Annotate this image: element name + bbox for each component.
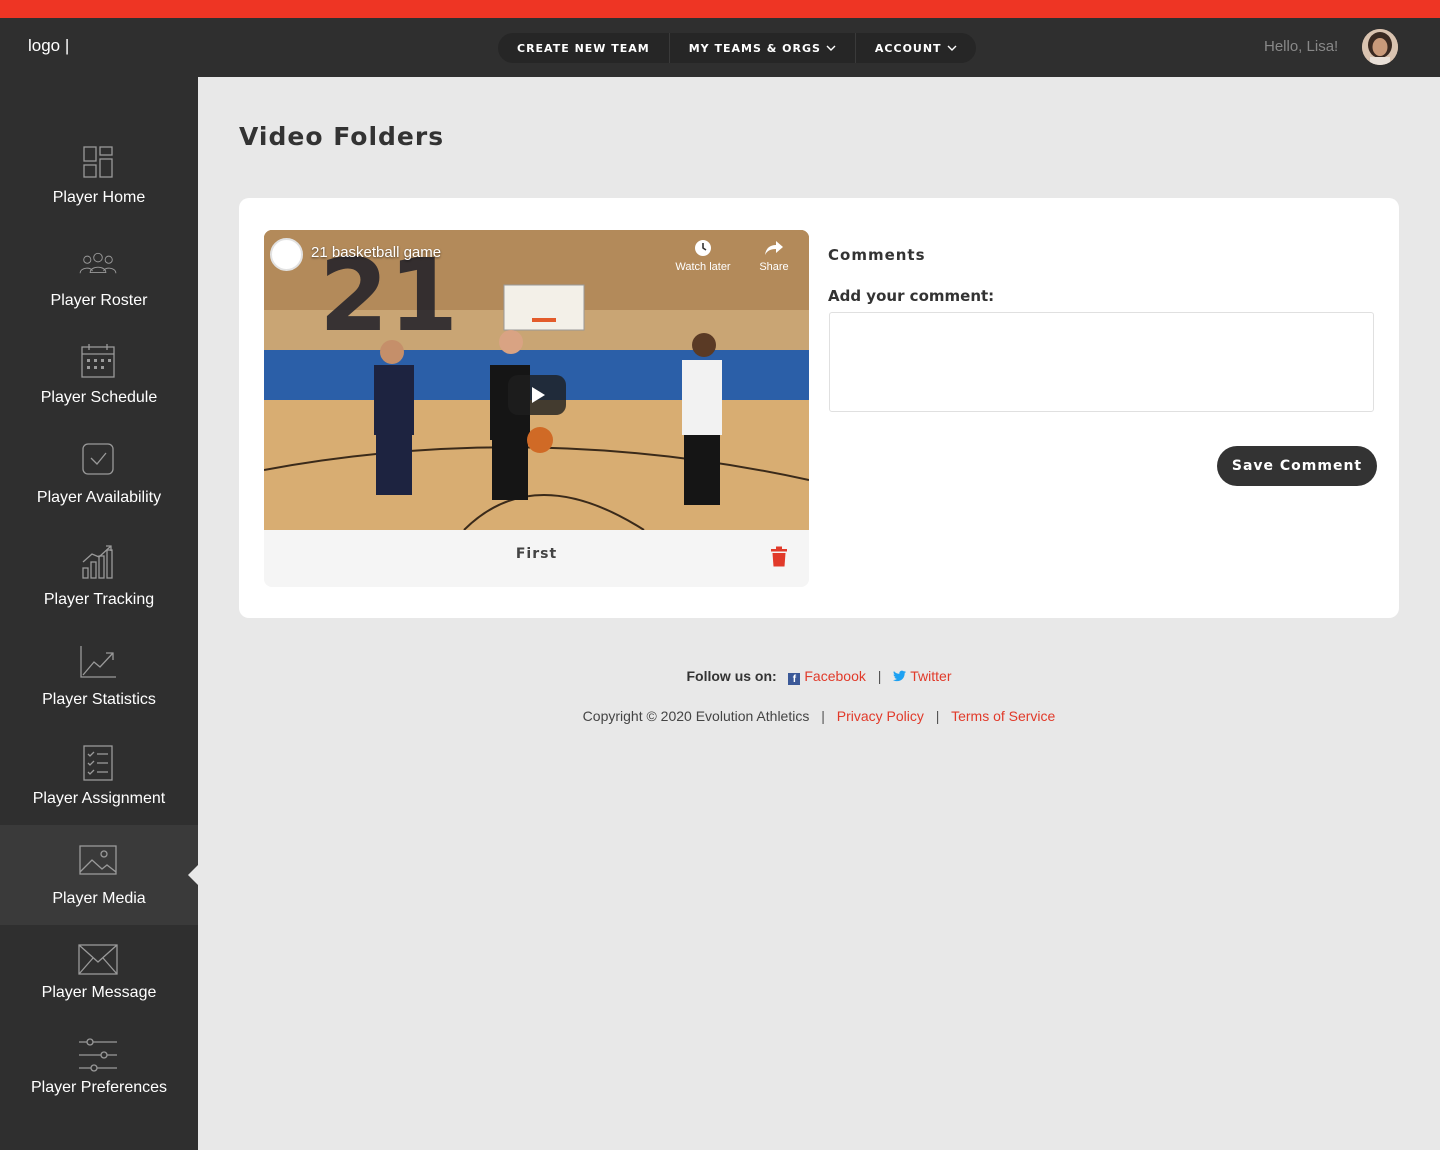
sidebar-item-player-availability[interactable]: Player Availability bbox=[0, 432, 198, 532]
sidebar-item-label: Player Assignment bbox=[32, 790, 166, 807]
facebook-icon: f bbox=[788, 673, 801, 685]
page-title: Video Folders bbox=[239, 122, 445, 151]
comment-input[interactable] bbox=[829, 312, 1374, 412]
sidebar-item-player-preferences[interactable]: Player Preferences bbox=[0, 1027, 198, 1127]
user-greeting: Hello, Lisa! bbox=[1264, 38, 1339, 55]
play-button[interactable] bbox=[508, 375, 566, 415]
terms-of-service-link[interactable]: Terms of Service bbox=[951, 708, 1055, 724]
sidebar-item-label: Player Media bbox=[52, 890, 146, 907]
video-title[interactable]: 21 basketball game bbox=[311, 244, 441, 261]
separator: | bbox=[877, 668, 882, 684]
share-button[interactable]: Share bbox=[749, 238, 799, 273]
avatar-photo bbox=[1362, 29, 1398, 65]
video-player[interactable]: 21 21 basketball game Watch later Share bbox=[264, 230, 809, 530]
checklist-icon bbox=[83, 745, 113, 781]
nav-account[interactable]: ACCOUNT bbox=[856, 33, 976, 63]
sidebar: Player Home Player Roster Player Schedul… bbox=[0, 77, 198, 1150]
sidebar-item-player-roster[interactable]: Player Roster bbox=[0, 235, 198, 335]
bar-chart-icon bbox=[82, 545, 113, 579]
main-nav: CREATE NEW TEAM MY TEAMS & ORGS ACCOUNT bbox=[498, 33, 976, 63]
avatar[interactable] bbox=[1362, 29, 1398, 65]
sidebar-item-label: Player Tracking bbox=[43, 591, 155, 608]
privacy-policy-link[interactable]: Privacy Policy bbox=[837, 708, 924, 724]
follow-label: Follow us on: bbox=[686, 668, 777, 684]
facebook-link[interactable]: f Facebook bbox=[788, 668, 866, 685]
footer-follow: Follow us on: f Facebook | Twitter bbox=[0, 668, 1440, 685]
sliders-icon bbox=[79, 1038, 117, 1072]
share-label: Share bbox=[759, 261, 789, 273]
sidebar-item-player-message[interactable]: Player Message bbox=[0, 927, 198, 1027]
video-card: 21 21 basketball game Watch later Share bbox=[239, 198, 1399, 618]
checkbox-icon bbox=[82, 443, 114, 475]
facebook-label: Facebook bbox=[804, 668, 866, 684]
separator: | bbox=[821, 708, 825, 724]
dashboard-icon bbox=[83, 146, 113, 178]
nav-my-teams-orgs[interactable]: MY TEAMS & ORGS bbox=[670, 33, 856, 63]
sidebar-item-label: Player Message bbox=[41, 984, 157, 1001]
video-caption: First bbox=[515, 546, 558, 562]
watch-later-label: Watch later bbox=[675, 261, 731, 273]
envelope-icon bbox=[78, 944, 118, 975]
sidebar-item-label: Player Availability bbox=[36, 489, 162, 506]
sidebar-item-label: Player Schedule bbox=[40, 389, 158, 406]
clock-icon bbox=[695, 240, 711, 256]
nav-label: MY TEAMS & ORGS bbox=[688, 41, 821, 55]
sidebar-item-label: Player Home bbox=[52, 189, 146, 206]
active-indicator bbox=[188, 865, 198, 885]
comment-label: Add your comment: bbox=[828, 287, 995, 305]
separator: | bbox=[935, 708, 940, 724]
footer-copyright: Copyright © 2020 Evolution Athletics | P… bbox=[0, 708, 1440, 724]
sidebar-item-player-tracking[interactable]: Player Tracking bbox=[0, 534, 198, 634]
top-header: logo | CREATE NEW TEAM MY TEAMS & ORGS A… bbox=[0, 18, 1440, 77]
group-icon bbox=[79, 252, 117, 274]
nav-create-new-team[interactable]: CREATE NEW TEAM bbox=[498, 33, 670, 63]
sidebar-item-player-media[interactable]: Player Media bbox=[0, 825, 198, 925]
sidebar-item-label: Player Statistics bbox=[42, 691, 156, 708]
chevron-down-icon bbox=[826, 45, 836, 51]
watch-later-button[interactable]: Watch later bbox=[668, 238, 738, 273]
sidebar-item-label: Player Preferences bbox=[30, 1079, 168, 1096]
sidebar-item-label: Player Roster bbox=[50, 292, 148, 309]
chevron-down-icon bbox=[947, 45, 957, 51]
calendar-icon bbox=[81, 344, 115, 378]
share-icon bbox=[765, 241, 783, 255]
twitter-link[interactable]: Twitter bbox=[893, 668, 952, 684]
twitter-icon bbox=[893, 670, 907, 682]
sidebar-item-player-home[interactable]: Player Home bbox=[0, 132, 198, 232]
image-icon bbox=[79, 845, 117, 875]
save-comment-button[interactable]: Save Comment bbox=[1217, 446, 1377, 486]
logo[interactable]: logo | bbox=[28, 36, 69, 56]
trash-icon[interactable] bbox=[770, 546, 788, 567]
twitter-label: Twitter bbox=[910, 668, 952, 684]
channel-logo[interactable] bbox=[270, 238, 303, 271]
video-tile: 21 21 basketball game Watch later Share bbox=[264, 230, 809, 587]
nav-label: CREATE NEW TEAM bbox=[517, 41, 650, 55]
copyright-text: Copyright © 2020 Evolution Athletics bbox=[582, 708, 810, 724]
nav-label: ACCOUNT bbox=[874, 41, 942, 55]
top-accent-strip bbox=[0, 0, 1440, 18]
comments-heading: Comments bbox=[828, 246, 926, 264]
sidebar-item-player-assignment[interactable]: Player Assignment bbox=[0, 733, 198, 833]
sidebar-item-player-schedule[interactable]: Player Schedule bbox=[0, 332, 198, 432]
